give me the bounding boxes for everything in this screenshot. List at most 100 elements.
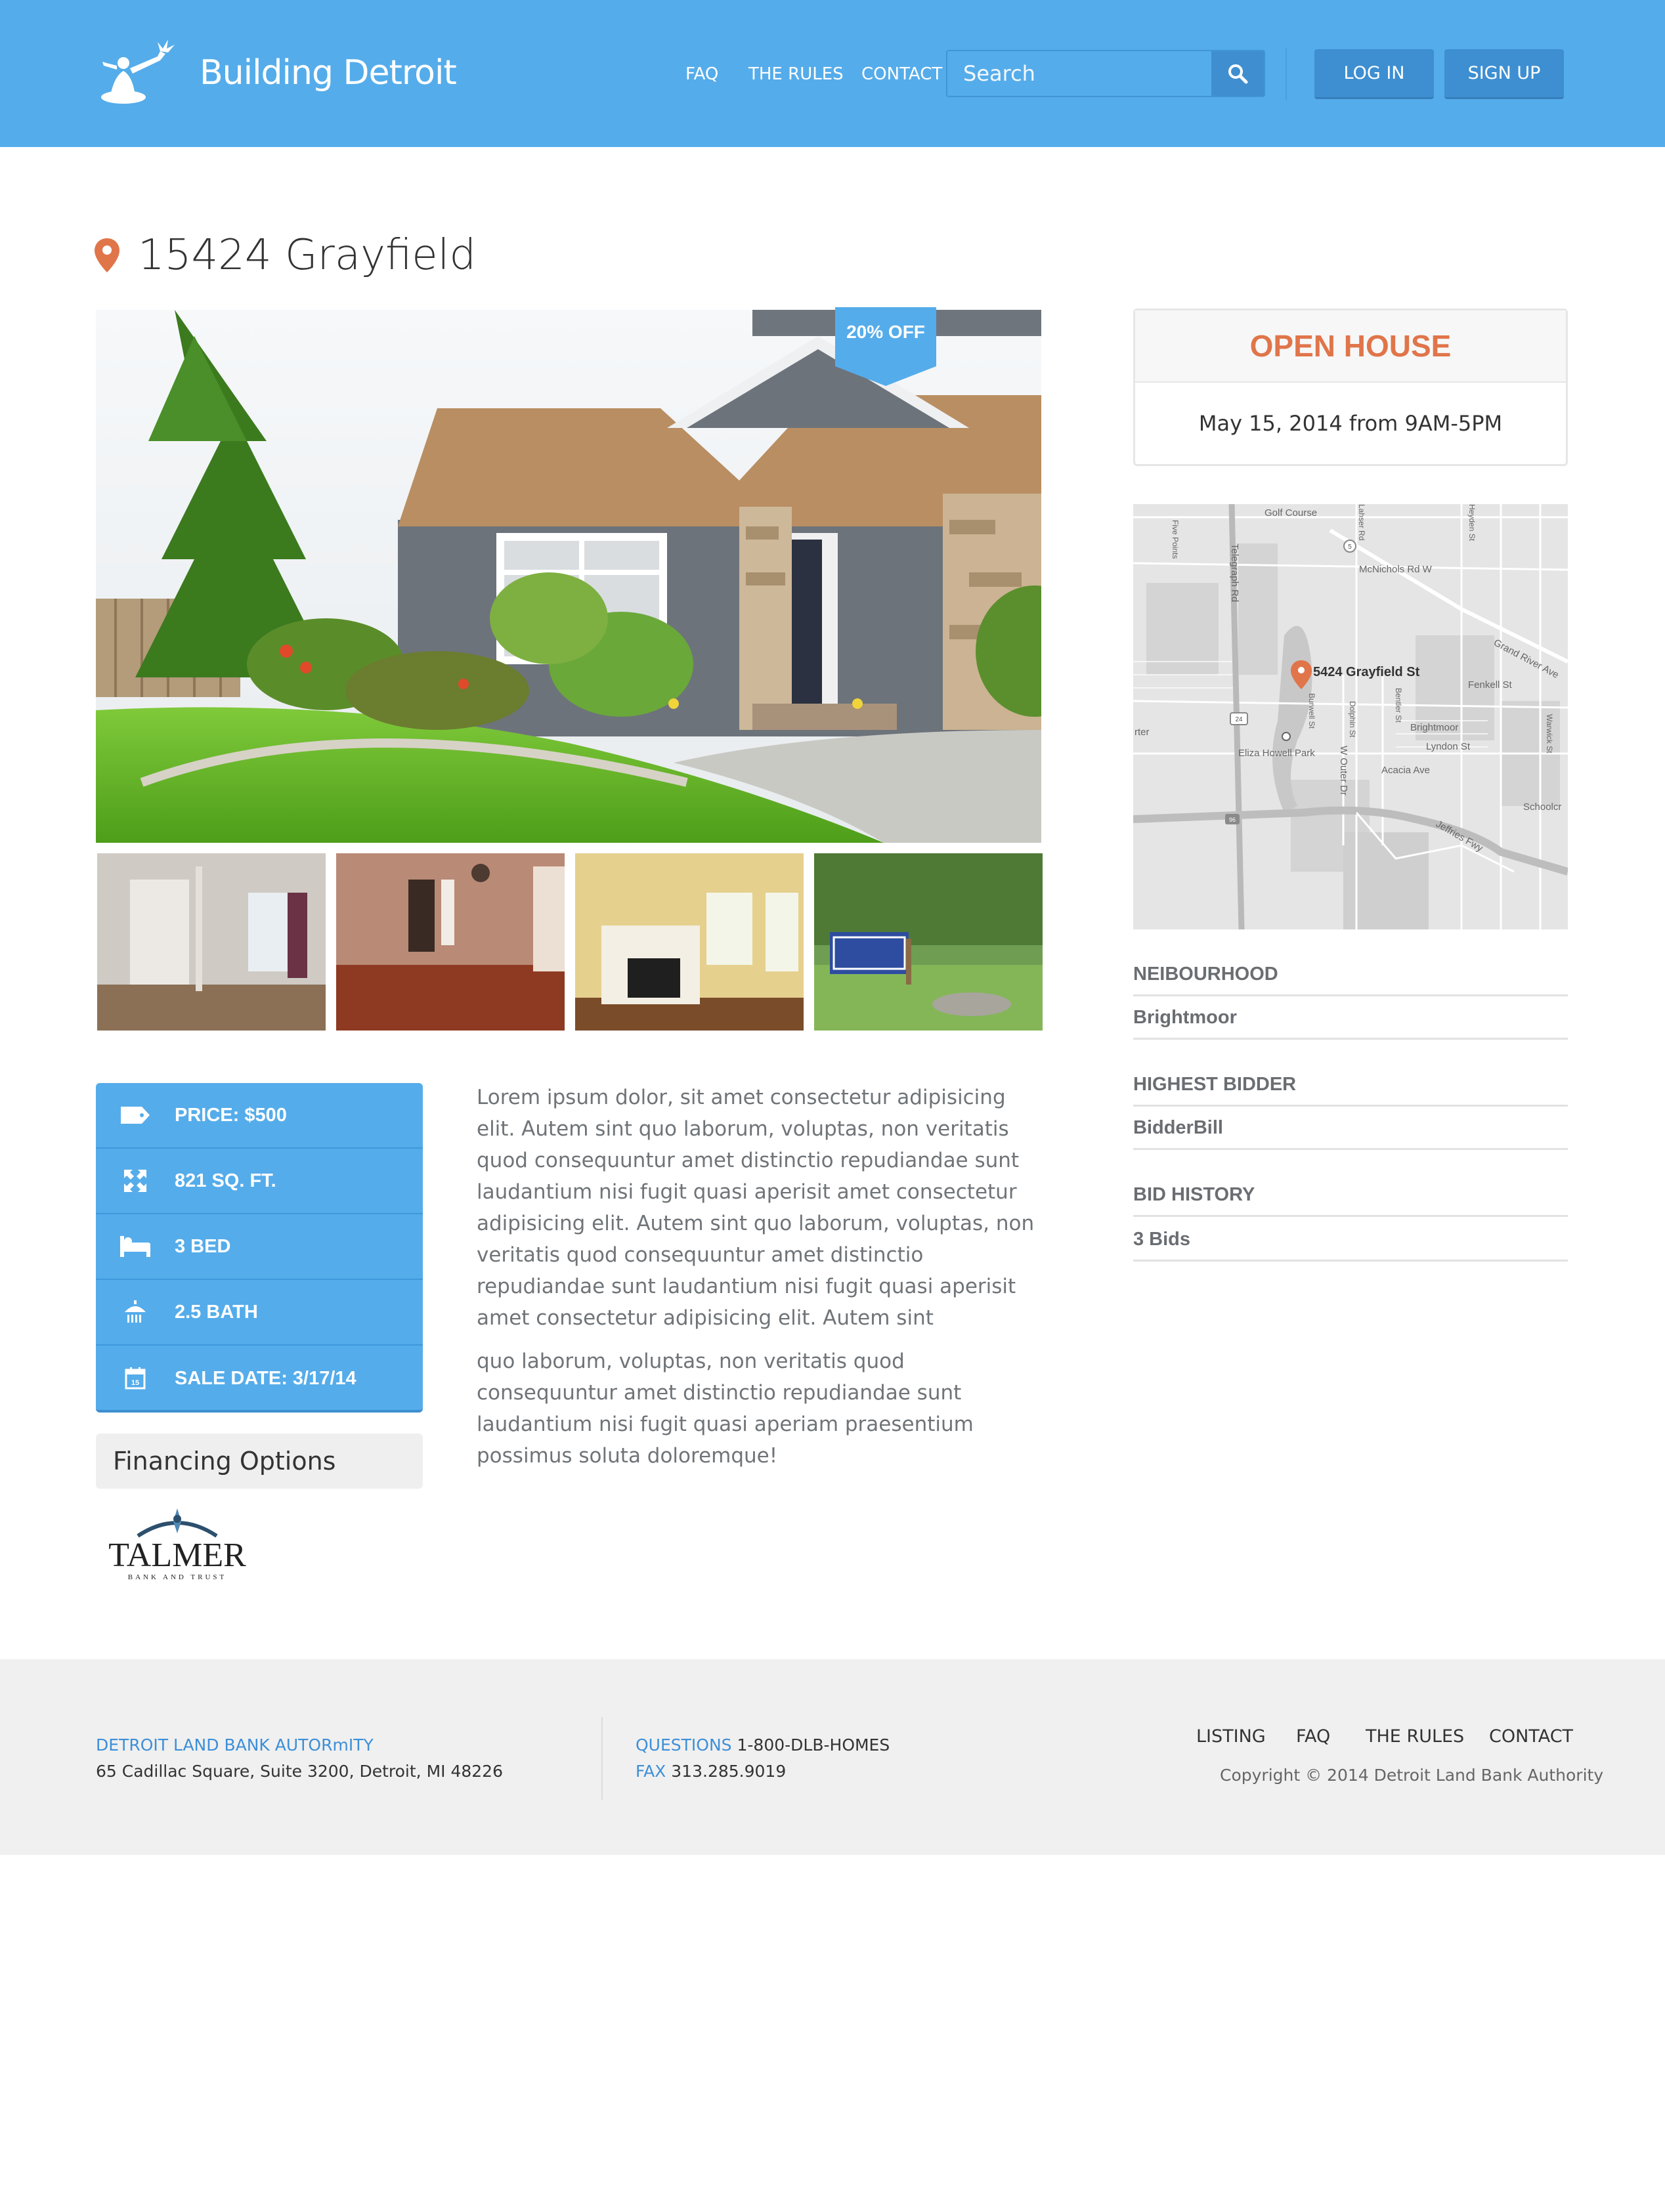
footer-fax-number: 313.285.9019 xyxy=(671,1762,787,1781)
map-label-five-points: Five Points xyxy=(1171,520,1180,559)
nav-contact[interactable]: CONTACT xyxy=(861,64,942,84)
open-house-heading: OPEN HOUSE xyxy=(1135,310,1566,383)
login-button[interactable]: LOG IN xyxy=(1314,49,1434,99)
talmer-bank-logo[interactable]: TALMER BANK AND TRUST xyxy=(98,1504,256,1583)
highest-bidder-value[interactable]: BidderBill xyxy=(1133,1117,1568,1150)
map-label-mcnichols: McNichols Rd W xyxy=(1359,564,1433,575)
footer-nav-the-rules[interactable]: THE RULES xyxy=(1366,1726,1464,1747)
footer-nav-contact[interactable]: CONTACT xyxy=(1489,1726,1573,1747)
footer-questions-label: QUESTIONS xyxy=(636,1735,732,1755)
location-map[interactable]: 5 24 96 Golf Course McNichols Rd W Grand… xyxy=(1133,504,1568,929)
detail-beds: 3 BED xyxy=(96,1214,423,1280)
price-tag-icon xyxy=(121,1107,150,1124)
detail-baths: 2.5 BATH xyxy=(96,1280,423,1346)
thumbnail-2[interactable] xyxy=(336,853,565,1031)
nav-faq[interactable]: FAQ xyxy=(685,64,718,84)
talmer-logo-graphic: TALMER BANK AND TRUST xyxy=(108,1508,246,1581)
footer-address: 65 Cadillac Square, Suite 3200, Detroit,… xyxy=(96,1762,503,1781)
map-label-heyden: Heyden St xyxy=(1467,504,1477,542)
map-label-fenkell: Fenkell St xyxy=(1468,679,1513,691)
site-header: Building Detroit FAQ THE RULES CONTACT L… xyxy=(0,0,1665,147)
map-label-brightmoor: Brightmoor xyxy=(1410,722,1458,733)
signup-button[interactable]: SIGN UP xyxy=(1444,49,1564,99)
footer-org-name: DETROIT LAND BANK AUTORmITY xyxy=(96,1735,374,1755)
footer-nav-faq[interactable]: FAQ xyxy=(1296,1726,1330,1747)
bid-history-value[interactable]: 3 Bids xyxy=(1133,1229,1568,1262)
listing-description: Lorem ipsum dolor, sit amet consectetur … xyxy=(477,1082,1035,1483)
hero-house-photo[interactable] xyxy=(96,310,1041,843)
site-footer: DETROIT LAND BANK AUTORmITY 65 Cadillac … xyxy=(0,1659,1665,1855)
open-house-date: May 15, 2014 from 9AM-5PM xyxy=(1198,411,1503,436)
nav-the-rules[interactable]: THE RULES xyxy=(748,64,844,84)
interior-photo-2 xyxy=(336,853,565,1031)
garden-photo xyxy=(814,853,1043,1031)
map-label-dolphin: Dolphin St xyxy=(1348,701,1357,738)
detail-price: PRICE: $500 xyxy=(96,1083,423,1149)
search-button[interactable] xyxy=(1211,51,1264,96)
map-graphic: 5 24 96 Golf Course McNichols Rd W Grand… xyxy=(1133,504,1568,929)
calendar-icon: 15 xyxy=(125,1367,146,1390)
map-label-telegraph: Telegraph Rd xyxy=(1229,543,1240,602)
neighbourhood-value: Brightmoor xyxy=(1133,1007,1568,1040)
map-pin-icon xyxy=(95,238,119,272)
footer-questions-phone[interactable]: 1-800-DLB-HOMES xyxy=(737,1735,890,1755)
map-label-route-24: 24 xyxy=(1235,716,1243,723)
talmer-logo-tagline: BANK AND TRUST xyxy=(128,1573,227,1581)
property-details-list: PRICE: $500 821 SQ. FT. 3 BED 2.5 BATH 1… xyxy=(96,1083,423,1413)
search-input[interactable] xyxy=(947,51,1211,96)
detail-price-label: PRICE: $500 xyxy=(175,1104,287,1126)
map-label-lahser: Lahser Rd xyxy=(1357,504,1366,540)
map-label-golf-course: Golf Course xyxy=(1265,507,1317,519)
brand-name: Building Detroit xyxy=(200,53,457,93)
svg-text:15: 15 xyxy=(131,1379,139,1387)
map-label-route-5: 5 xyxy=(1348,543,1352,551)
bid-history-label: BID HISTORY xyxy=(1133,1184,1568,1217)
search-box xyxy=(946,50,1265,97)
footer-copyright: Copyright © 2014 Detroit Land Bank Autho… xyxy=(1220,1766,1604,1785)
expand-icon xyxy=(124,1170,146,1192)
shower-icon xyxy=(125,1300,146,1323)
footer-nav-listing[interactable]: LISTING xyxy=(1196,1726,1266,1747)
bed-icon xyxy=(120,1236,150,1257)
detail-sale-date-label: SALE DATE: 3/17/14 xyxy=(175,1367,357,1389)
house-photo-illustration xyxy=(96,310,1041,843)
detail-size-label: 821 SQ. FT. xyxy=(175,1170,276,1191)
map-label-lyndon: Lyndon St xyxy=(1426,741,1471,752)
neighbourhood-label: NEIBOURHOOD xyxy=(1133,964,1568,996)
open-house-card: OPEN HOUSE May 15, 2014 from 9AM-5PM xyxy=(1133,308,1568,466)
thumbnail-1[interactable] xyxy=(97,853,326,1031)
discount-ribbon xyxy=(835,307,936,386)
brand-logo[interactable]: Building Detroit xyxy=(97,37,457,109)
highest-bidder-label: HIGHEST BIDDER xyxy=(1133,1074,1568,1107)
detail-baths-label: 2.5 BATH xyxy=(175,1301,258,1323)
header-divider xyxy=(1286,49,1287,100)
interior-photo-3 xyxy=(575,853,804,1031)
description-paragraph-1: Lorem ipsum dolor, sit amet consectetur … xyxy=(477,1086,1035,1330)
listing-title-row: 15424 Grayfield xyxy=(95,231,476,280)
map-label-acacia: Acacia Ave xyxy=(1381,765,1430,776)
footer-questions: QUESTIONS 1-800-DLB-HOMES xyxy=(636,1735,890,1755)
map-label-warwick: Warwick St xyxy=(1545,714,1554,754)
listing-title: 15424 Grayfield xyxy=(138,231,477,280)
interior-photo-1 xyxy=(97,853,326,1031)
map-address-label: 5424 Grayfield St xyxy=(1313,665,1420,679)
thumbnail-4[interactable] xyxy=(814,853,1043,1031)
thumbnail-3[interactable] xyxy=(575,853,804,1031)
footer-fax-label: FAX xyxy=(636,1762,666,1781)
talmer-logo-wordmark: TALMER xyxy=(108,1537,246,1574)
detail-beds-label: 3 BED xyxy=(175,1235,231,1257)
financing-options-button[interactable]: Financing Options xyxy=(96,1434,423,1489)
map-label-w-outer-dr: W Outer Dr xyxy=(1338,746,1349,796)
search-icon xyxy=(1228,64,1248,84)
map-label-edge: rter xyxy=(1135,727,1150,738)
map-label-bentler: Bentler St xyxy=(1394,688,1403,723)
detail-size: 821 SQ. FT. xyxy=(96,1149,423,1214)
discount-badge: 20% OFF xyxy=(846,322,925,342)
detail-sale-date: 15 SALE DATE: 3/17/14 xyxy=(96,1346,423,1411)
map-label-route-96: 96 xyxy=(1229,817,1236,823)
spirit-of-detroit-logo-icon xyxy=(101,39,175,104)
footer-fax: FAX 313.285.9019 xyxy=(636,1762,786,1781)
map-label-burwell: Burwell St xyxy=(1307,693,1316,729)
map-label-schoolcraft: Schoolcr xyxy=(1523,801,1561,813)
footer-divider xyxy=(601,1717,603,1800)
